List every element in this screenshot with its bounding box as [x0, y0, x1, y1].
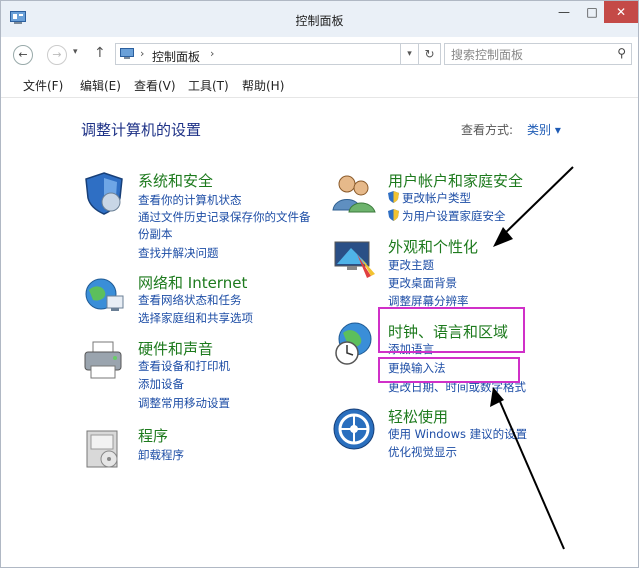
control-panel-path-icon: [120, 48, 134, 59]
forward-button[interactable]: →: [47, 45, 67, 65]
menu-view[interactable]: 查看(V): [134, 77, 176, 94]
minimize-button[interactable]: —: [550, 1, 578, 23]
up-level-icon[interactable]: ↑: [94, 45, 106, 61]
breadcrumb-control-panel[interactable]: 控制面板: [152, 48, 200, 65]
annotation-arrows: [490, 166, 574, 550]
window-title: 控制面板: [295, 14, 344, 28]
menu-help[interactable]: 帮助(H): [242, 77, 284, 94]
menu-edit[interactable]: 编辑(E): [80, 77, 121, 94]
breadcrumb-chevron-icon[interactable]: ›: [210, 47, 214, 60]
annotation-arrow-input-method: [490, 387, 565, 550]
address-path-field[interactable]: › 控制面板 ›: [115, 43, 401, 65]
title-bar: 控制面板 — □ ✕: [1, 1, 638, 37]
search-box[interactable]: ⚲: [444, 43, 632, 65]
search-input[interactable]: [449, 46, 613, 64]
address-bar: ← → ▾ ↑ › 控制面板 › ▾ ↻ ⚲: [1, 37, 638, 71]
refresh-icon[interactable]: ↻: [419, 43, 441, 65]
recent-locations-icon[interactable]: ▾: [73, 47, 78, 57]
address-dropdown-icon[interactable]: ▾: [401, 43, 419, 65]
menu-bar: 文件(F) 编辑(E) 查看(V) 工具(T) 帮助(H): [1, 71, 638, 98]
close-button[interactable]: ✕: [604, 1, 638, 23]
search-icon[interactable]: ⚲: [617, 46, 626, 60]
maximize-button[interactable]: □: [578, 1, 606, 23]
breadcrumb-chevron-icon[interactable]: ›: [140, 47, 144, 60]
annotation-arrow-appearance: [493, 166, 574, 247]
back-button[interactable]: ←: [13, 45, 33, 65]
menu-file[interactable]: 文件(F): [23, 77, 63, 94]
menu-tools[interactable]: 工具(T): [188, 77, 229, 94]
control-panel-window: 控制面板 — □ ✕ ← → ▾ ↑ › 控制面板 › ▾ ↻ ⚲ 文件(F) …: [0, 0, 639, 568]
main-content: 调整计算机的设置 查看方式: 类别 ▾ 系统和安全 查看你的计算机状态 通过文件…: [1, 97, 638, 567]
